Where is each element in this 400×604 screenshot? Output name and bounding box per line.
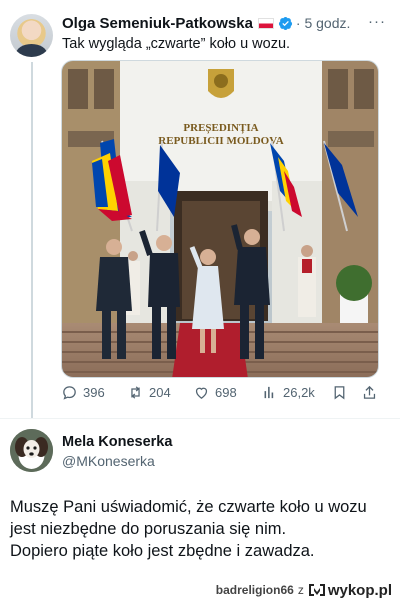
views-button[interactable]: 26,2k [261, 384, 315, 401]
more-options-button[interactable]: ··· [368, 13, 386, 30]
wykop-watermark: badreligion66 z wykop.pl [216, 579, 392, 601]
verified-icon [278, 16, 292, 30]
tweet-photo[interactable]: PREȘEDINȚIA REPUBLICII MOLDOVA [61, 60, 379, 378]
bookmark-icon [334, 386, 345, 400]
tweet-actions: 396 204 698 26,2k [61, 384, 379, 404]
timestamp[interactable]: · 5 godz. [296, 15, 350, 31]
repost-button[interactable]: 204 [127, 384, 171, 401]
author-name[interactable]: Olga Semeniuk-Patkowska [62, 15, 253, 32]
tweet-text-line: Dopiero piąte koło jest zbędne i zawadza… [10, 542, 315, 560]
flag-icon [257, 17, 274, 29]
reply-button[interactable]: 396 [61, 384, 105, 401]
views-count: 26,2k [283, 385, 315, 400]
photo-scene: PREȘEDINȚIA REPUBLICII MOLDOVA [62, 61, 378, 377]
tweet-reply[interactable]: Mela Koneserka @MKoneserka Muszę Pani uś… [0, 418, 400, 604]
like-button[interactable]: 698 [193, 384, 237, 401]
wykop-logo: wykop.pl [308, 582, 392, 599]
building-sign-line1: PREȘEDINȚIA [183, 122, 258, 134]
thread-line [31, 62, 33, 418]
avatar-shoulders [16, 44, 47, 57]
watermark-connector: z [297, 583, 304, 597]
watermark-user: badreligion66 [215, 583, 294, 597]
avatar[interactable] [10, 14, 53, 57]
tweet-header: Olga Semeniuk-Patkowska · 5 godz. ··· [62, 13, 392, 33]
tweet-text-line: Muszę Pani uświadomić, że czwarte koło u… [10, 498, 367, 516]
tweet-text-line: jest niezbędne do poruszania się nim. [10, 520, 287, 538]
watermark-site: wykop.pl [327, 581, 392, 599]
tweet-text: Tak wygląda „czwarte” koło u wozu. [62, 36, 291, 52]
repost-icon [131, 386, 140, 399]
repost-count: 204 [149, 385, 171, 400]
comment-icon [63, 386, 76, 400]
reply-count: 396 [83, 385, 105, 400]
dog-avatar-icon [10, 429, 53, 472]
building-sign-line2: REPUBLICII MOLDOVA [158, 135, 283, 147]
bookmark-button[interactable] [331, 384, 353, 401]
tweet-original[interactable]: Olga Semeniuk-Patkowska · 5 godz. ··· Ta… [0, 0, 400, 418]
author-handle[interactable]: @MKoneserka [62, 453, 155, 469]
views-icon [264, 386, 274, 399]
author-name[interactable]: Mela Koneserka [62, 434, 172, 450]
wykop-logo-icon [308, 584, 325, 596]
share-button[interactable] [361, 384, 383, 401]
tweet-text: Muszę Pani uświadomić, że czwarte koło u… [10, 496, 395, 562]
avatar[interactable] [10, 429, 53, 472]
like-count: 698 [215, 385, 237, 400]
like-icon [195, 387, 208, 399]
share-icon [363, 385, 376, 399]
